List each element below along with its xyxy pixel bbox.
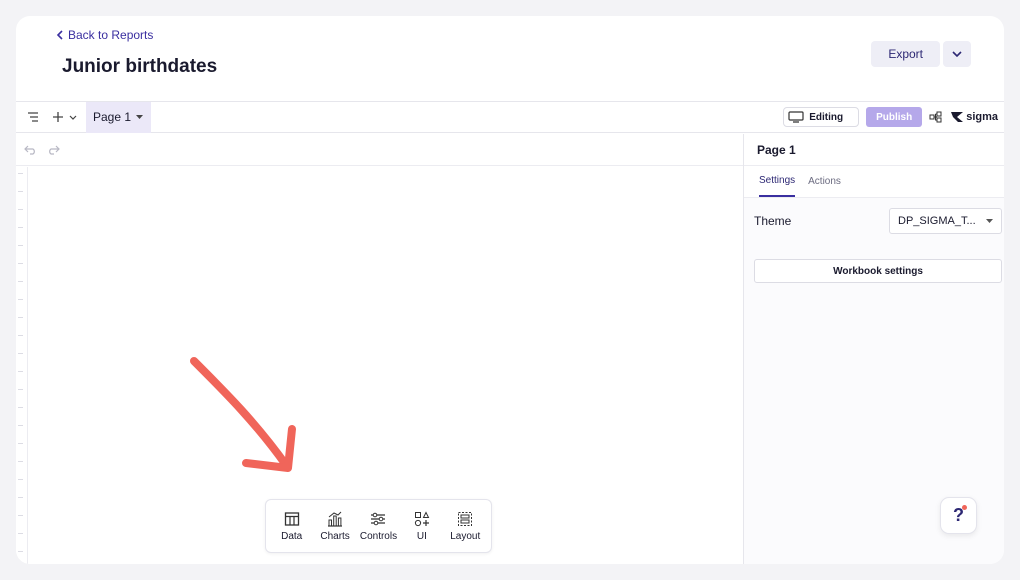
insert-controls-button[interactable]: Controls <box>357 511 399 542</box>
chevron-left-icon <box>56 30 63 40</box>
undo-redo-bar <box>16 134 743 166</box>
theme-value: DP_SIGMA_T... <box>898 215 976 227</box>
theme-label: Theme <box>754 214 792 228</box>
panel-title: Page 1 <box>744 134 1004 166</box>
ruler-tick <box>18 371 23 372</box>
workbook-settings-button[interactable]: Workbook settings <box>754 259 1002 283</box>
insert-data-button[interactable]: Data <box>271 511 313 542</box>
insert-ui-button[interactable]: UI <box>401 510 443 542</box>
insert-layout-button[interactable]: Layout <box>444 511 486 542</box>
monitor-icon <box>788 111 804 123</box>
outline-icon <box>28 112 38 122</box>
insert-controls-label: Controls <box>359 530 398 542</box>
vertical-ruler <box>16 167 28 564</box>
toolbar-right: Editing Publish sigma <box>783 107 998 127</box>
layout-icon <box>458 511 473 526</box>
export-group: Export <box>871 41 971 67</box>
notification-dot <box>962 505 967 510</box>
workbook-toolbar: Page 1 Editing Publish sigma <box>16 101 1004 133</box>
insert-charts-button[interactable]: Charts <box>314 511 356 542</box>
insert-data-label: Data <box>281 530 303 542</box>
back-link-label: Back to Reports <box>68 28 154 42</box>
editing-label: Editing <box>809 111 844 123</box>
caret-down-icon <box>986 219 993 223</box>
theme-row: Theme DP_SIGMA_T... <box>754 208 1002 234</box>
tab-settings[interactable]: Settings <box>759 166 796 197</box>
ruler-tick <box>18 173 23 174</box>
panel-tabs: Settings Actions <box>744 166 1004 198</box>
theme-select[interactable]: DP_SIGMA_T... <box>889 208 1002 234</box>
ruler-tick <box>18 281 23 282</box>
publish-button[interactable]: Publish <box>866 107 923 127</box>
bar-chart-icon <box>328 511 343 527</box>
sliders-icon <box>371 512 386 525</box>
ruler-tick <box>18 515 23 516</box>
ruler-tick <box>18 389 23 390</box>
ruler-tick <box>18 245 23 246</box>
ruler-tick <box>18 497 23 498</box>
help-button[interactable]: ? <box>940 497 977 534</box>
sigma-logo-icon <box>951 112 964 122</box>
tab-actions[interactable]: Actions <box>808 166 841 197</box>
export-menu-button[interactable] <box>943 41 971 67</box>
tab-page-1[interactable]: Page 1 <box>86 101 152 133</box>
redo-icon[interactable] <box>46 145 60 155</box>
page-canvas[interactable]: Data Charts Controls UI Layout <box>16 167 743 564</box>
insert-ui-label: UI <box>416 530 427 542</box>
sigma-logo: sigma <box>950 111 998 123</box>
lineage-icon <box>929 111 942 123</box>
lineage-button[interactable] <box>929 110 943 124</box>
ruler-tick <box>18 353 23 354</box>
ruler-tick <box>18 317 23 318</box>
plus-icon <box>53 112 77 122</box>
ruler-tick <box>18 425 23 426</box>
chevron-down-icon <box>952 51 962 57</box>
add-page-button[interactable] <box>50 106 80 128</box>
editing-mode-button[interactable]: Editing <box>783 107 860 127</box>
workbook-card: Back to Reports Junior birthdates Export… <box>16 16 1004 564</box>
back-to-reports-link[interactable]: Back to Reports <box>56 28 153 42</box>
export-button[interactable]: Export <box>871 41 940 67</box>
insert-element-bar: Data Charts Controls UI Layout <box>265 499 492 553</box>
insert-layout-label: Layout <box>450 530 481 542</box>
ruler-tick <box>18 299 23 300</box>
page-title: Junior birthdates <box>62 56 218 77</box>
undo-icon[interactable] <box>24 145 38 155</box>
page-tab-label: Page 1 <box>93 110 132 124</box>
sigma-logo-text: sigma <box>966 111 998 123</box>
insert-charts-label: Charts <box>320 530 350 542</box>
ruler-tick <box>18 263 23 264</box>
ruler-tick <box>18 191 23 192</box>
ruler-tick <box>18 407 23 408</box>
ruler-tick <box>18 443 23 444</box>
ruler-tick <box>18 335 23 336</box>
ruler-tick <box>18 551 23 552</box>
ruler-tick <box>18 209 23 210</box>
table-icon <box>284 511 299 526</box>
ruler-tick <box>18 533 23 534</box>
ruler-tick <box>18 461 23 462</box>
shapes-icon <box>414 510 430 526</box>
pointer-arrow-icon <box>190 357 296 472</box>
caret-down-icon <box>136 115 144 119</box>
outline-toggle-button[interactable] <box>22 106 44 128</box>
ruler-tick <box>18 227 23 228</box>
ruler-tick <box>18 479 23 480</box>
